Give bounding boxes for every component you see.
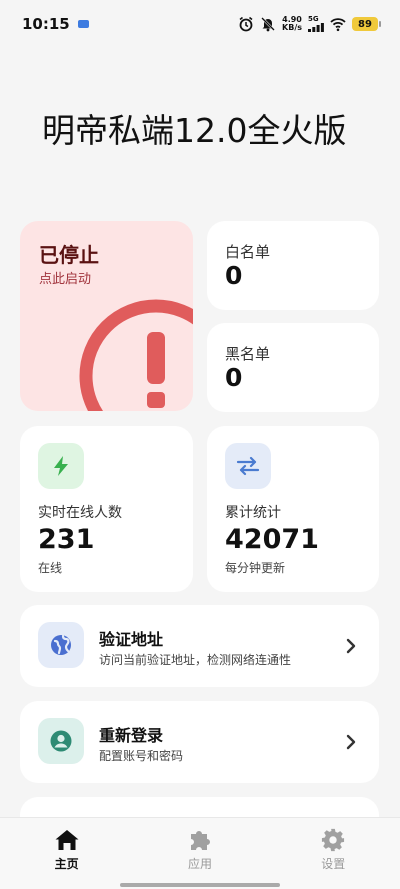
relogin-subtitle: 配置账号和密码	[99, 749, 184, 763]
wifi-icon	[330, 18, 346, 32]
service-start-hint: 点此启动	[39, 272, 92, 287]
alert-circle-icon	[79, 299, 193, 411]
whitelist-count: 0	[225, 261, 243, 290]
status-time: 10:15	[22, 15, 70, 33]
blacklist-label: 黑名单	[225, 345, 271, 363]
nav-label-settings: 设置	[321, 857, 346, 871]
verify-icon-box	[38, 622, 84, 668]
nav-label-home: 主页	[54, 857, 79, 871]
status-right: 4.90 KB/s 5G 89	[238, 16, 381, 32]
swap-arrows-icon	[236, 456, 260, 476]
nav-item-home[interactable]: 主页	[7, 818, 127, 889]
message-notification-icon	[77, 20, 89, 28]
total-stats-card: 累计统计 42071 每分钟更新	[207, 426, 379, 592]
relogin-title: 重新登录	[99, 726, 164, 745]
verify-address-subtitle: 访问当前验证地址，检测网络连通性	[99, 653, 292, 667]
network-speed-unit: KB/s	[282, 23, 302, 32]
verify-address-title: 验证地址	[99, 630, 164, 649]
bottom-nav: 主页 应用 设置	[0, 817, 400, 889]
signal-type-label: 5G	[308, 15, 319, 23]
online-users-sub: 在线	[38, 561, 63, 575]
relogin-button[interactable]: 重新登录 配置账号和密码	[20, 701, 379, 783]
nav-item-apps[interactable]: 应用	[140, 818, 260, 889]
home-indicator	[120, 883, 280, 887]
online-icon-box	[38, 443, 84, 489]
gear-icon	[322, 828, 345, 852]
relogin-icon-box	[38, 718, 84, 764]
whitelist-label: 白名单	[225, 243, 271, 261]
puzzle-icon	[190, 831, 210, 850]
mute-bell-icon	[261, 17, 275, 32]
user-icon	[50, 730, 72, 752]
total-stats-sub: 每分钟更新	[225, 561, 286, 575]
service-status-text: 已停止	[39, 243, 99, 267]
alarm-icon	[239, 16, 253, 32]
service-status-card[interactable]: 已停止 点此启动	[20, 221, 193, 411]
status-bar: 10:15 4.90 KB/s 5G 89	[0, 0, 400, 48]
bolt-icon	[54, 456, 68, 476]
online-users-card: 实时在线人数 231 在线	[20, 426, 193, 592]
verify-address-button[interactable]: 验证地址 访问当前验证地址，检测网络连通性	[20, 605, 379, 687]
status-left: 10:15	[22, 15, 89, 33]
cellular-signal: 5G	[308, 16, 324, 32]
battery-indicator: 89	[352, 17, 381, 31]
home-icon	[55, 830, 79, 850]
whitelist-card[interactable]: 白名单 0	[207, 221, 379, 310]
online-users-value: 231	[38, 524, 95, 555]
signal-bars-icon	[308, 23, 324, 32]
blacklist-card[interactable]: 黑名单 0	[207, 323, 379, 412]
total-stats-label: 累计统计	[225, 505, 281, 521]
total-stats-value: 42071	[225, 524, 319, 555]
blacklist-count: 0	[225, 363, 243, 392]
network-speed: 4.90 KB/s	[282, 16, 302, 32]
chevron-right-icon	[346, 734, 356, 750]
page-title: 明帝私端12.0全火版	[42, 111, 347, 150]
online-users-label: 实时在线人数	[38, 505, 122, 521]
total-icon-box	[225, 443, 271, 489]
chevron-right-icon	[346, 638, 356, 654]
nav-label-apps: 应用	[187, 857, 212, 871]
nav-item-settings[interactable]: 设置	[273, 818, 393, 889]
globe-icon	[51, 634, 71, 655]
